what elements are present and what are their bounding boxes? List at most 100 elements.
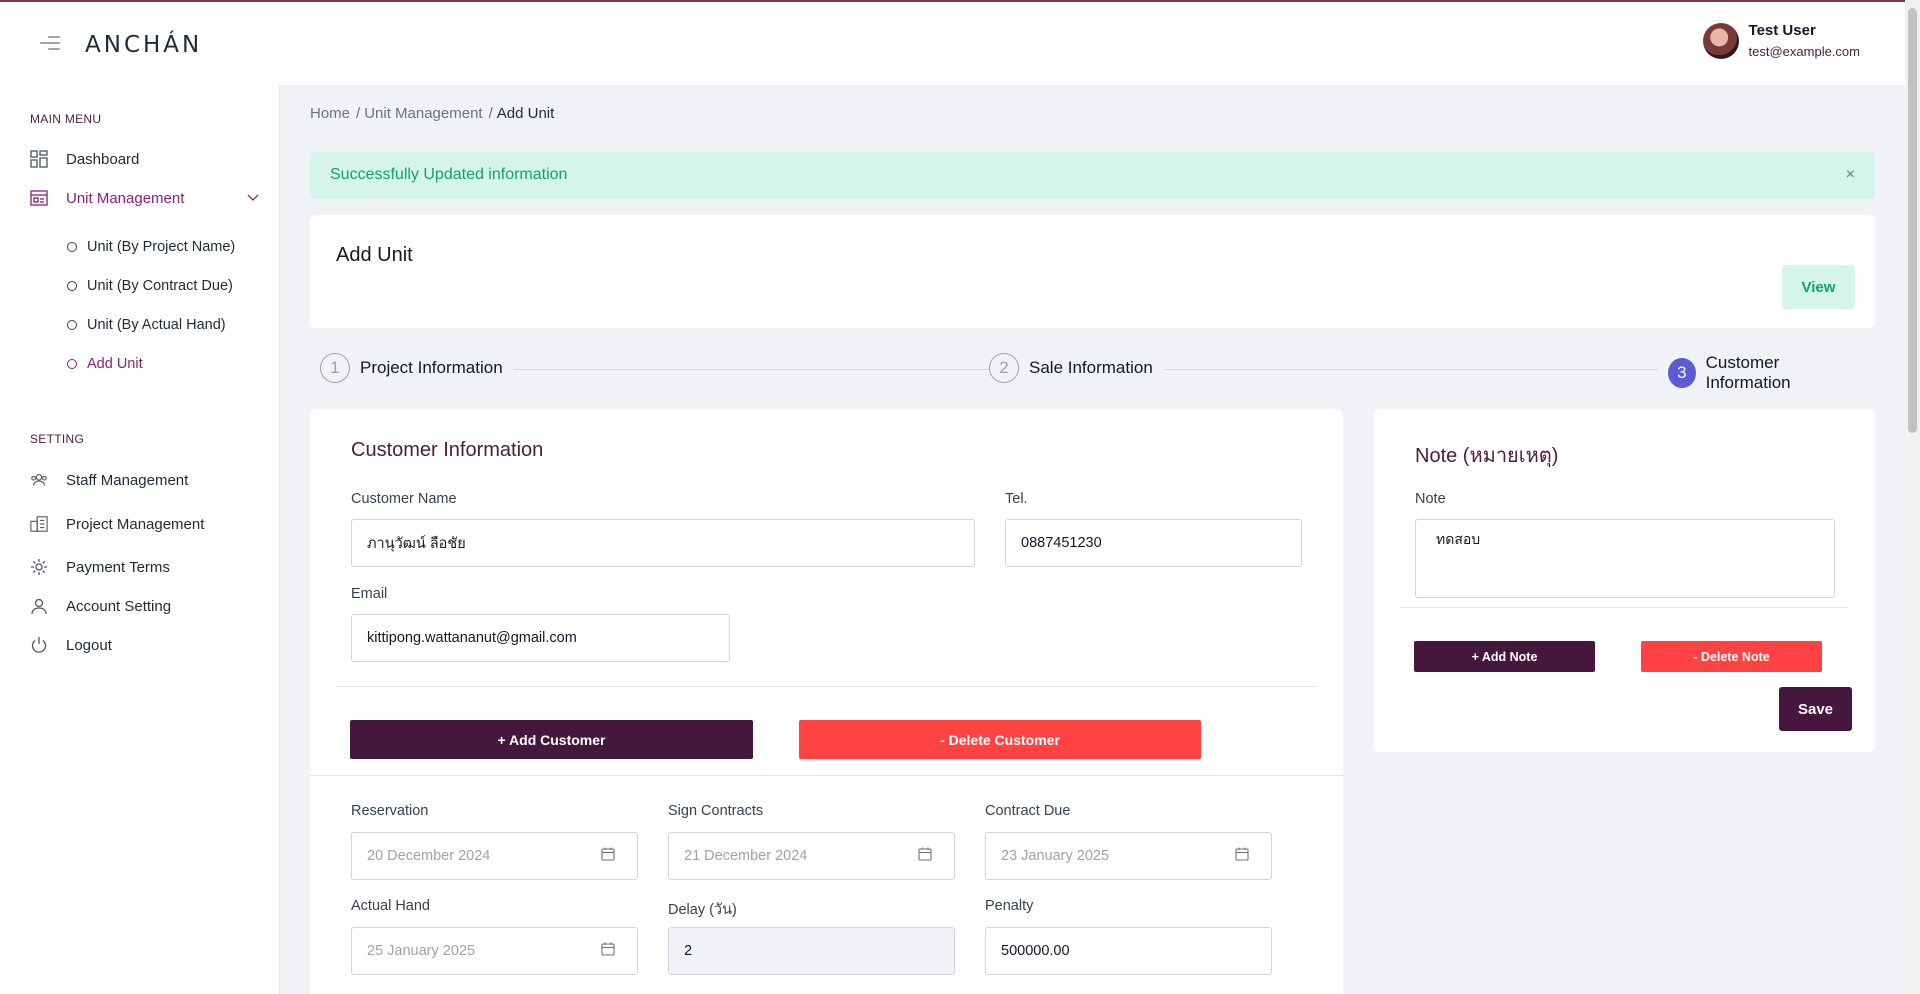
step-number: 3 [1668,358,1696,388]
sidebar-item-unit-management[interactable]: Unit Management [30,189,260,207]
scrollbar[interactable] [1905,0,1920,994]
add-note-button[interactable]: + Add Note [1414,641,1595,672]
breadcrumb-home[interactable]: Home [310,105,350,122]
customer-name-label: Customer Name [351,491,457,507]
stepper: 1 Project Information 2 Sale Information… [320,353,1865,393]
sidebar-item-project[interactable]: Project Management [30,515,260,533]
step-number: 2 [989,353,1019,383]
calendar-icon[interactable] [1235,847,1249,861]
add-customer-button[interactable]: + Add Customer [350,720,753,759]
sidebar-subitem-label: Unit (By Project Name) [87,239,236,255]
email-label: Email [351,586,388,602]
users-icon [30,471,48,489]
reservation-date-value: 20 December 2024 [367,848,491,864]
chevron-down-icon[interactable] [246,190,260,208]
sign-contracts-label: Sign Contracts [668,803,764,819]
sidebar-item-label: Logout [66,636,112,654]
sidebar-item-staff[interactable]: Staff Management [30,471,260,489]
step-number: 1 [320,353,350,383]
delete-customer-button[interactable]: - Delete Customer [799,720,1201,759]
delay-input: 2 [668,927,955,975]
sidebar-item-logout[interactable]: Logout [30,636,260,654]
circle-icon [67,320,77,330]
sidebar-item-dashboard[interactable]: Dashboard [30,150,260,168]
note-textarea[interactable]: ทดสอบ [1415,519,1835,598]
sidebar-item-label: Project Management [66,515,205,533]
user-icon [30,597,48,615]
actual-hand-date-input[interactable]: 25 January 2025 [351,927,638,975]
hamburger-icon[interactable] [40,36,60,52]
contract-due-date-value: 23 January 2025 [1001,848,1110,864]
grid-icon [30,150,48,168]
sidebar-subitem-label: Unit (By Contract Due) [87,278,233,294]
actual-hand-date-value: 25 January 2025 [367,943,476,959]
success-alert: Successfully Updated information × [310,152,1875,199]
sidebar-item-account-setting[interactable]: Account Setting [30,597,260,615]
step-sale-information[interactable]: 2 Sale Information [989,353,1163,383]
note-card: Note (หมายเหตุ) Note ทดสอบ + Add Note - … [1374,409,1875,752]
save-button[interactable]: Save [1779,687,1852,731]
sidebar-subitem-by-actual-hand[interactable]: Unit (By Actual Hand) [67,317,226,333]
top-bar: ANCHÁN Test User test@example.com [0,0,1905,85]
scrollbar-thumb[interactable] [1908,8,1917,433]
reservation-date-input[interactable]: 20 December 2024 [351,832,638,880]
step-project-information[interactable]: 1 Project Information [320,353,513,383]
user-email: test@example.com [1748,44,1860,59]
step-label: Project Information [360,358,503,377]
breadcrumb-separator: / [488,105,493,122]
view-button[interactable]: View [1782,265,1855,309]
delay-label: Delay (วัน) [668,902,737,918]
email-input[interactable]: kittipong.wattananut@gmail.com [351,614,730,662]
breadcrumb-unit-management[interactable]: Unit Management [364,105,482,122]
sidebar-item-label: Dashboard [66,150,140,168]
user-name: Test User [1748,22,1816,39]
sidebar-subitem-by-project[interactable]: Unit (By Project Name) [67,239,235,255]
breadcrumb-separator: / [356,105,361,122]
circle-icon [67,359,77,369]
sidebar-item-label: Payment Terms [66,558,170,576]
page-title: Add Unit [336,244,413,266]
reservation-label: Reservation [351,803,429,819]
breadcrumb-current: Add Unit [496,105,555,122]
app-logo[interactable]: ANCHÁN [85,32,202,58]
calendar-icon[interactable] [601,942,615,956]
penalty-input[interactable]: 500000.00 [985,927,1272,975]
avatar[interactable] [1702,22,1739,59]
divider [1400,607,1849,608]
customer-information-card: Customer Information Customer Name ภานุว… [310,409,1343,994]
contract-due-label: Contract Due [985,803,1071,819]
step-label: Sale Information [1029,358,1153,377]
sidebar-item-label: Account Setting [66,597,172,615]
calendar-icon[interactable] [918,847,932,861]
note-heading: Note (หมายเหตุ) [1415,445,1559,467]
power-icon [30,636,48,654]
customer-heading: Customer Information [351,439,544,461]
sidebar-item-payment-terms[interactable]: Payment Terms [30,558,260,576]
sidebar-item-label: Unit Management [66,189,185,207]
gear-icon [30,558,48,576]
circle-icon [67,242,77,252]
actual-hand-label: Actual Hand [351,898,430,914]
sidebar-subitem-by-contract[interactable]: Unit (By Contract Due) [67,278,233,294]
sidebar-subitem-label: Unit (By Actual Hand) [87,317,226,333]
building-card-icon [30,189,48,207]
breadcrumb: Home / Unit Management / Add Unit [310,105,554,122]
close-icon[interactable]: × [1846,166,1855,184]
calendar-icon[interactable] [601,847,615,861]
user-profile[interactable]: Test User test@example.com [1702,22,1860,59]
step-connector [1165,369,1675,370]
sidebar-item-label: Staff Management [66,471,189,489]
customer-name-input[interactable]: ภานุวัฒน์ ลือชัย [351,519,975,567]
sign-contracts-date-input[interactable]: 21 December 2024 [668,832,955,880]
main-menu-title: MAIN MENU [30,112,102,126]
delete-note-button[interactable]: - Delete Note [1641,641,1822,672]
circle-icon [67,281,77,291]
step-customer-information[interactable]: 3 Customer Information [1658,353,1865,393]
penalty-label: Penalty [985,898,1034,914]
page-header-card: Add Unit View [310,215,1875,328]
step-connector [510,369,1000,370]
tel-input[interactable]: 0887451230 [1005,519,1302,567]
contract-due-date-input[interactable]: 23 January 2025 [985,832,1272,880]
sign-contracts-date-value: 21 December 2024 [684,848,808,864]
sidebar-subitem-add-unit[interactable]: Add Unit [67,356,143,372]
